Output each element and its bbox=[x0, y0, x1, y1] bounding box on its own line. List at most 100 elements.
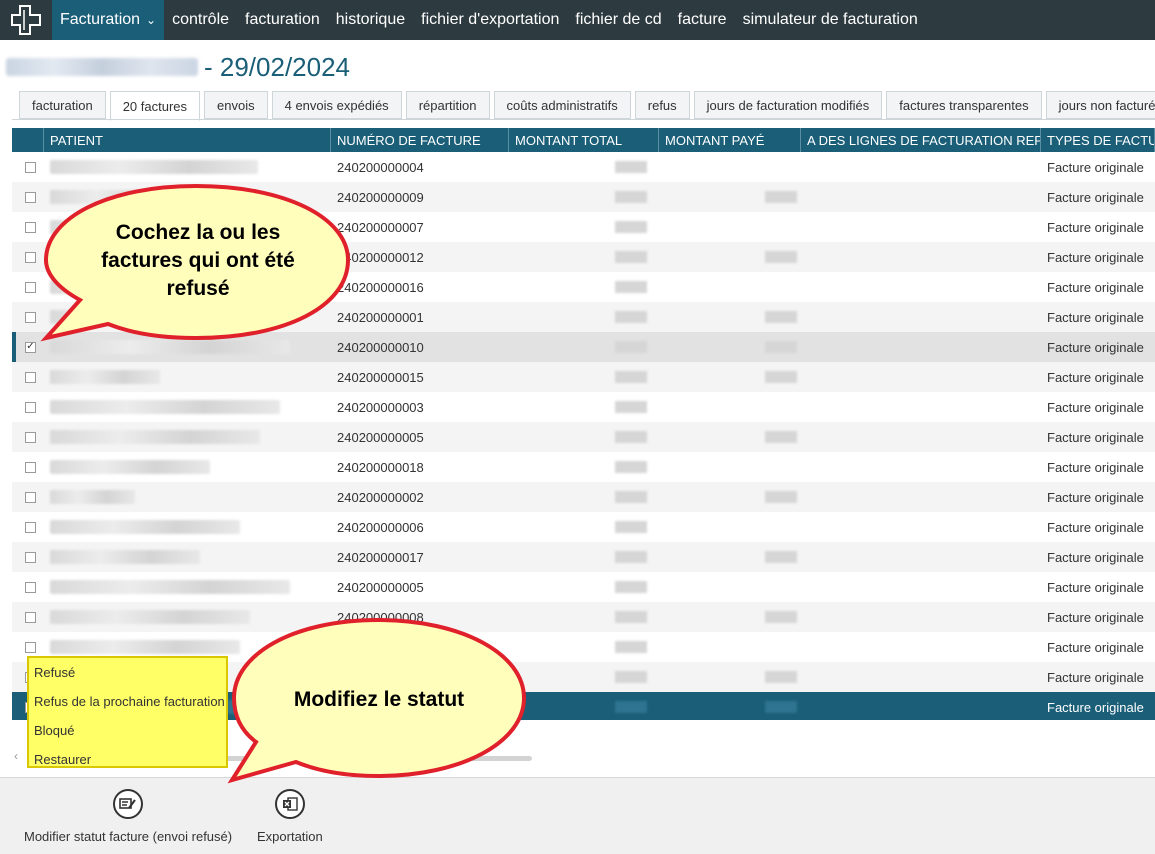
row-checkbox[interactable] bbox=[25, 581, 36, 593]
patient-name-redacted bbox=[6, 58, 198, 76]
page-header: - 29/02/2024 bbox=[6, 50, 350, 84]
nav-item[interactable]: facturation bbox=[237, 11, 328, 29]
patient-name-redacted bbox=[50, 430, 260, 444]
amount-redacted bbox=[765, 311, 797, 323]
nav-item[interactable]: facture bbox=[670, 11, 735, 29]
tab[interactable]: envois bbox=[204, 91, 268, 119]
nav-item[interactable]: simulateur de facturation bbox=[735, 11, 926, 29]
refused-lines-cell bbox=[801, 452, 1041, 482]
row-select-cell bbox=[12, 392, 44, 422]
table-row[interactable]: 240200000002 Facture originale bbox=[12, 482, 1155, 512]
invoice-number-cell: 240200000005 bbox=[337, 579, 424, 595]
scroll-left-icon[interactable]: ‹ bbox=[14, 749, 18, 763]
row-checkbox[interactable] bbox=[25, 431, 36, 443]
patient-name-redacted bbox=[50, 490, 135, 504]
tab[interactable]: facturation bbox=[19, 91, 106, 119]
table-row[interactable]: 240200000017 Facture originale bbox=[12, 542, 1155, 572]
row-checkbox[interactable] bbox=[25, 401, 36, 413]
billing-type-cell: Facture originale bbox=[1047, 579, 1144, 595]
tab-divider bbox=[12, 119, 1155, 120]
invoice-number-cell: 240200000003 bbox=[337, 399, 424, 415]
header-billing-type[interactable]: TYPES DE FACTURATION bbox=[1041, 128, 1155, 152]
refused-lines-cell bbox=[801, 602, 1041, 632]
row-checkbox[interactable] bbox=[25, 161, 36, 173]
refused-lines-cell bbox=[801, 542, 1041, 572]
total-amount-cell bbox=[509, 212, 659, 242]
nav-item[interactable]: contrôle bbox=[164, 11, 237, 29]
refused-lines-cell bbox=[801, 422, 1041, 452]
row-checkbox[interactable] bbox=[25, 371, 36, 383]
patient-name-redacted bbox=[50, 610, 250, 624]
row-checkbox[interactable] bbox=[25, 551, 36, 563]
total-amount-cell bbox=[509, 572, 659, 602]
tab[interactable]: refus bbox=[634, 91, 690, 119]
status-dropdown: Refusé Refus de la prochaine facturation B… bbox=[27, 656, 228, 768]
nav-item[interactable]: historique bbox=[328, 11, 413, 29]
table-row[interactable]: 240200000006 Facture originale bbox=[12, 512, 1155, 542]
row-checkbox[interactable] bbox=[25, 521, 36, 533]
tab[interactable]: 4 envois expédiés bbox=[271, 91, 402, 119]
tab[interactable]: jours non facturés bbox=[1045, 91, 1155, 119]
paid-amount-cell bbox=[659, 542, 801, 572]
row-checkbox[interactable]: ✓ bbox=[25, 341, 36, 353]
row-checkbox[interactable] bbox=[25, 461, 36, 473]
invoice-number-cell: 240200000001 bbox=[337, 309, 424, 325]
tab[interactable]: répartition bbox=[405, 91, 490, 119]
table-row[interactable]: 240200000003 Facture originale bbox=[12, 392, 1155, 422]
refused-lines-cell bbox=[801, 632, 1041, 662]
tab[interactable]: jours de facturation modifiés bbox=[693, 91, 883, 119]
nav-item[interactable]: fichier d'exportation bbox=[413, 11, 567, 29]
row-checkbox[interactable] bbox=[25, 491, 36, 503]
amount-redacted bbox=[615, 191, 647, 203]
edit-invoice-icon bbox=[113, 789, 144, 819]
modify-status-button[interactable]: Modifier statut facture (envoi refusé) bbox=[24, 789, 232, 844]
header-select[interactable] bbox=[12, 128, 44, 152]
header-total-amount[interactable]: MONTANT TOTAL bbox=[509, 128, 659, 152]
table-row[interactable]: 240200000005 Facture originale bbox=[12, 422, 1155, 452]
table-row[interactable]: 240200000018 Facture originale bbox=[12, 452, 1155, 482]
tab[interactable]: 20 factures bbox=[109, 91, 201, 121]
paid-amount-cell bbox=[659, 392, 801, 422]
paid-amount-cell bbox=[659, 302, 801, 332]
patient-cell bbox=[44, 452, 331, 482]
total-amount-cell bbox=[509, 392, 659, 422]
amount-redacted bbox=[615, 311, 647, 323]
grid-header: PATIENT NUMÉRO DE FACTURE MONTANT TOTAL … bbox=[12, 128, 1155, 152]
status-option[interactable]: Refus de la prochaine facturation bbox=[29, 687, 226, 716]
status-option[interactable]: Refusé bbox=[29, 658, 226, 687]
header-patient[interactable]: PATIENT bbox=[44, 128, 331, 152]
table-row[interactable]: 240200000015 Facture originale bbox=[12, 362, 1155, 392]
invoice-number-cell: 240200000006 bbox=[337, 519, 424, 535]
refused-lines-cell bbox=[801, 332, 1041, 362]
patient-cell bbox=[44, 362, 331, 392]
nav-item[interactable]: fichier de cd bbox=[567, 11, 669, 29]
billing-type-cell: Facture originale bbox=[1047, 189, 1144, 205]
billing-type-cell: Facture originale bbox=[1047, 219, 1144, 235]
top-navigation: Facturation ⌄ contrôle facturation histori… bbox=[0, 0, 1155, 40]
refused-lines-cell bbox=[801, 212, 1041, 242]
app-menu-button[interactable]: Facturation ⌄ bbox=[52, 0, 165, 40]
invoice-number-cell: 240200000010 bbox=[337, 339, 424, 355]
table-row[interactable]: 240200000005 Facture originale bbox=[12, 572, 1155, 602]
row-checkbox[interactable] bbox=[25, 221, 36, 233]
export-button[interactable]: Exportation bbox=[257, 789, 323, 844]
table-row[interactable]: 240200000008 Facture originale bbox=[12, 602, 1155, 632]
app-logo-icon[interactable] bbox=[0, 0, 52, 40]
amount-redacted bbox=[765, 251, 797, 263]
row-checkbox[interactable] bbox=[25, 641, 36, 653]
tab[interactable]: coûts administratifs bbox=[493, 91, 631, 119]
header-paid-amount[interactable]: MONTANT PAYÉ bbox=[659, 128, 801, 152]
status-option[interactable]: Restaurer bbox=[29, 745, 226, 774]
refused-lines-cell bbox=[801, 362, 1041, 392]
row-checkbox[interactable] bbox=[25, 611, 36, 623]
header-refused-lines[interactable]: A DES LIGNES DE FACTURATION REFUSÉES bbox=[801, 128, 1041, 152]
row-checkbox[interactable] bbox=[25, 251, 36, 263]
row-checkbox[interactable] bbox=[25, 311, 36, 323]
invoice-number-cell: 240200000012 bbox=[337, 249, 424, 265]
tab[interactable]: factures transparentes bbox=[886, 91, 1042, 119]
row-checkbox[interactable] bbox=[25, 191, 36, 203]
row-checkbox[interactable] bbox=[25, 281, 36, 293]
header-invoice-number[interactable]: NUMÉRO DE FACTURE bbox=[331, 128, 509, 152]
status-option[interactable]: Bloqué bbox=[29, 716, 226, 745]
amount-redacted bbox=[765, 191, 797, 203]
